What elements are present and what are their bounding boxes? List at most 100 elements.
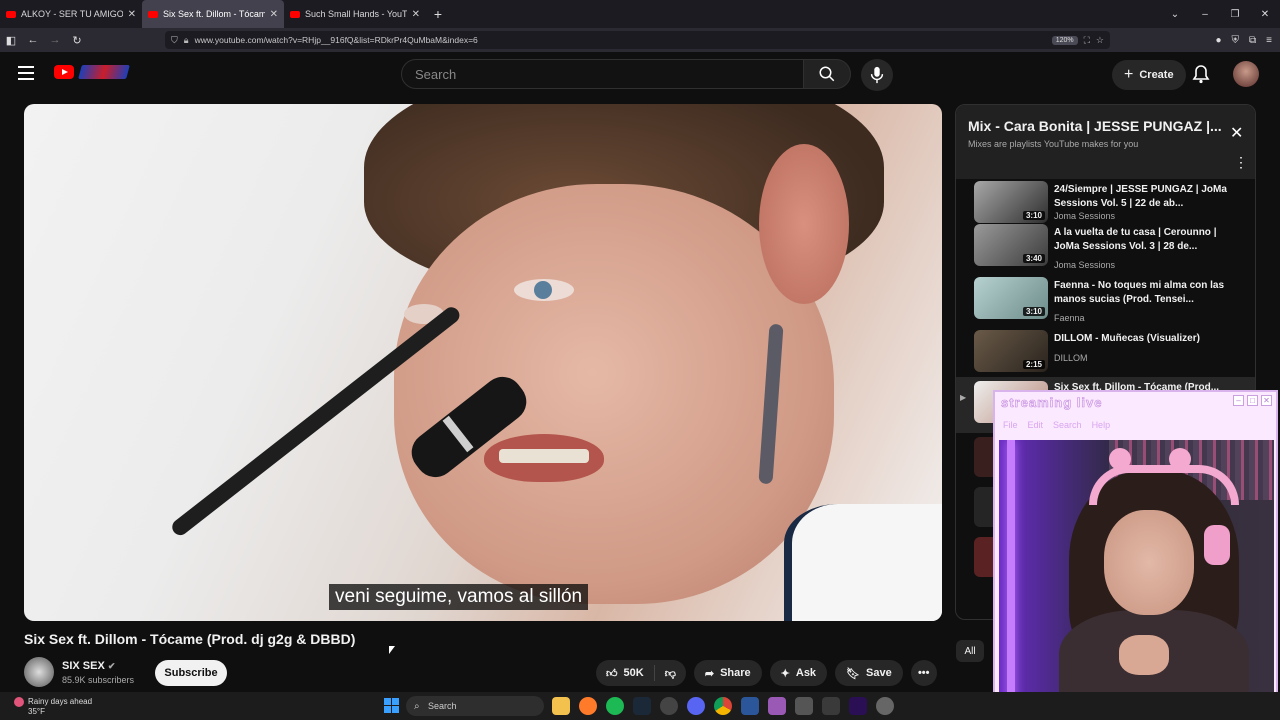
chrome-icon[interactable] <box>714 697 732 715</box>
more-horizontal-icon: ••• <box>917 667 930 679</box>
discord-icon[interactable] <box>687 697 705 715</box>
save-button[interactable]: 🔖︎ Save <box>835 660 903 686</box>
tab-title: ALKOY - SER TU AMIGO NO ES <box>21 9 123 19</box>
search-icon: ⌕ <box>414 700 420 712</box>
playlist-thumbnail[interactable]: 3:10 <box>974 277 1048 319</box>
chip-all[interactable]: All <box>956 640 984 662</box>
channel-name-text[interactable]: SIX SEX <box>62 660 105 672</box>
close-tab-icon[interactable]: ✕ <box>412 9 420 20</box>
stream-window-controls: – □ ✕ <box>1233 395 1272 406</box>
extensions-icon[interactable]: ⧉ <box>1249 35 1256 46</box>
file-explorer-icon[interactable] <box>552 697 570 715</box>
playlist-thumbnail[interactable]: 3:10 <box>974 181 1048 223</box>
thumbs-down-icon: 👎︎ <box>664 667 676 680</box>
hamburger-menu-icon[interactable] <box>18 66 34 80</box>
menu-icon[interactable]: ≡ <box>1266 35 1272 46</box>
playlist-thumbnail[interactable]: 2:15 <box>974 330 1048 372</box>
maximize-icon[interactable]: ❐ <box>1220 9 1250 20</box>
share-button[interactable]: ➦ Share <box>693 660 762 686</box>
account-avatar[interactable] <box>1233 61 1259 87</box>
url-text[interactable]: www.youtube.com/watch?v=RHjp__916fQ&list… <box>195 35 478 45</box>
browser-tab-3[interactable]: Such Small Hands - YouTube ✕ <box>284 0 426 28</box>
tab-list-chevron-icon[interactable]: ⌄ <box>1160 9 1190 20</box>
weather-temp: 35°F <box>28 707 45 716</box>
shield-icon[interactable]: ⛉ <box>171 35 178 46</box>
extension-shield-icon[interactable]: ⛨ <box>1232 35 1240 46</box>
thumbs-up-icon: 👍︎ <box>606 667 618 680</box>
app-icon[interactable] <box>876 697 894 715</box>
app-icon[interactable] <box>795 697 813 715</box>
new-tab-icon[interactable]: + <box>426 6 450 22</box>
windows-start-icon[interactable] <box>384 698 399 713</box>
create-button[interactable]: + Create <box>1112 60 1186 90</box>
search-button[interactable] <box>803 59 851 89</box>
youtube-header: Search + Create <box>0 52 1280 96</box>
search-input[interactable]: Search <box>401 59 804 89</box>
channel-name[interactable]: SIX SEX ✔ <box>62 660 115 672</box>
close-icon[interactable]: ✕ <box>1230 123 1243 143</box>
minimize-icon[interactable]: – <box>1190 9 1220 20</box>
taskbar-search-label: Search <box>428 701 457 711</box>
translate-icon[interactable]: ⛶ <box>1084 35 1090 46</box>
playlist-header: Mix - Cara Bonita | JESSE PUNGAZ |... Mi… <box>956 105 1255 179</box>
voice-search-button[interactable] <box>861 59 893 91</box>
browser-tab-1[interactable]: ALKOY - SER TU AMIGO NO ES ✕ <box>0 0 142 28</box>
more-vertical-icon[interactable]: ⋮ <box>1234 155 1248 169</box>
bookmark-star-icon[interactable]: ☆ <box>1096 35 1104 46</box>
close-tab-icon[interactable]: ✕ <box>128 9 136 20</box>
stream-menubar: File Edit Search Help <box>1003 420 1110 430</box>
taskbar-search[interactable]: ⌕ Search <box>406 696 544 716</box>
zoom-level[interactable]: 120% <box>1051 35 1078 45</box>
subscribe-button[interactable]: Subscribe <box>155 660 227 686</box>
steam-icon[interactable] <box>633 697 651 715</box>
video-title: Six Sex ft. Dillom - Tócame (Prod. dj g2… <box>24 631 356 647</box>
playlist-item[interactable]: 3:40 A la vuelta de tu casa | Cerounno |… <box>956 224 1255 276</box>
notifications-bell-icon[interactable] <box>1192 64 1210 84</box>
playlist-title[interactable]: Mix - Cara Bonita | JESSE PUNGAZ |... <box>968 118 1223 134</box>
browser-tab-2[interactable]: Six Sex ft. Dillom - Tócame (Pro ✕ <box>142 0 284 28</box>
sidebar-toggle-icon[interactable]: ◧ <box>0 34 22 47</box>
menu-edit: Edit <box>1027 420 1044 430</box>
obs-icon[interactable] <box>660 697 678 715</box>
reload-icon[interactable]: ↻ <box>66 34 88 47</box>
word-icon[interactable] <box>741 697 759 715</box>
app-icon[interactable] <box>768 697 786 715</box>
playlist-item-title[interactable]: Faenna - No toques mi alma con las manos… <box>1054 279 1244 307</box>
playlist-item-title[interactable]: 24/Siempre | JESSE PUNGAZ | JoMa Session… <box>1054 183 1244 211</box>
video-player[interactable]: veni seguime, vamos al sillón <box>24 104 942 621</box>
forward-icon[interactable]: → <box>44 34 66 46</box>
account-icon[interactable]: ● <box>1215 35 1221 46</box>
playlist-item[interactable]: 2:15 DILLOM - Muñecas (Visualizer) DILLO… <box>956 330 1255 382</box>
playlist-item-title[interactable]: DILLOM - Muñecas (Visualizer) <box>1054 332 1244 346</box>
channel-avatar[interactable] <box>24 657 54 687</box>
youtube-logo[interactable] <box>54 65 74 79</box>
like-button[interactable]: 👍︎ 50K <box>596 660 654 686</box>
more-actions-button[interactable]: ••• <box>910 660 937 686</box>
firefox-icon[interactable] <box>579 697 597 715</box>
spotify-icon[interactable] <box>606 697 624 715</box>
playlist-subtitle: Mixes are playlists YouTube makes for yo… <box>968 139 1139 149</box>
streaming-overlay-window: streaming live – □ ✕ File Edit Search He… <box>993 390 1278 716</box>
flag-doodle-logo[interactable] <box>78 65 130 79</box>
app-icon[interactable] <box>822 697 840 715</box>
playlist-item-channel: DILLOM <box>1054 353 1088 363</box>
close-window-icon[interactable]: ✕ <box>1250 9 1280 20</box>
streamer-hands <box>1119 635 1169 675</box>
browser-navbar: ◧ ← → ↻ ⛉ 🔒︎ www.youtube.com/watch?v=RHj… <box>0 28 1280 52</box>
video-actions: 👍︎ 50K 👎︎ ➦ Share ✦ Ask 🔖︎ Save ••• <box>596 660 937 686</box>
back-icon[interactable]: ← <box>22 34 44 46</box>
playlist-item[interactable]: 3:10 Faenna - No toques mi alma con las … <box>956 277 1255 329</box>
tab-title: Six Sex ft. Dillom - Tócame (Pro <box>163 9 265 19</box>
url-bar[interactable]: ⛉ 🔒︎ www.youtube.com/watch?v=RHjp__916fQ… <box>165 31 1110 49</box>
screen: ALKOY - SER TU AMIGO NO ES ✕ Six Sex ft.… <box>0 0 1280 720</box>
playlist-item-title[interactable]: A la vuelta de tu casa | Cerounno | JoMa… <box>1054 226 1244 254</box>
duration-badge: 2:15 <box>1022 360 1045 369</box>
weather-widget[interactable]: Rainy days ahead 35°F <box>14 697 92 716</box>
playlist-thumbnail[interactable]: 3:40 <box>974 224 1048 266</box>
close-tab-icon[interactable]: ✕ <box>270 9 278 20</box>
ask-button[interactable]: ✦ Ask <box>769 660 828 686</box>
dislike-button[interactable]: 👎︎ <box>655 660 686 686</box>
youtube-favicon-icon <box>6 10 16 18</box>
premiere-icon[interactable] <box>849 697 867 715</box>
video-frame-eye <box>514 279 574 301</box>
